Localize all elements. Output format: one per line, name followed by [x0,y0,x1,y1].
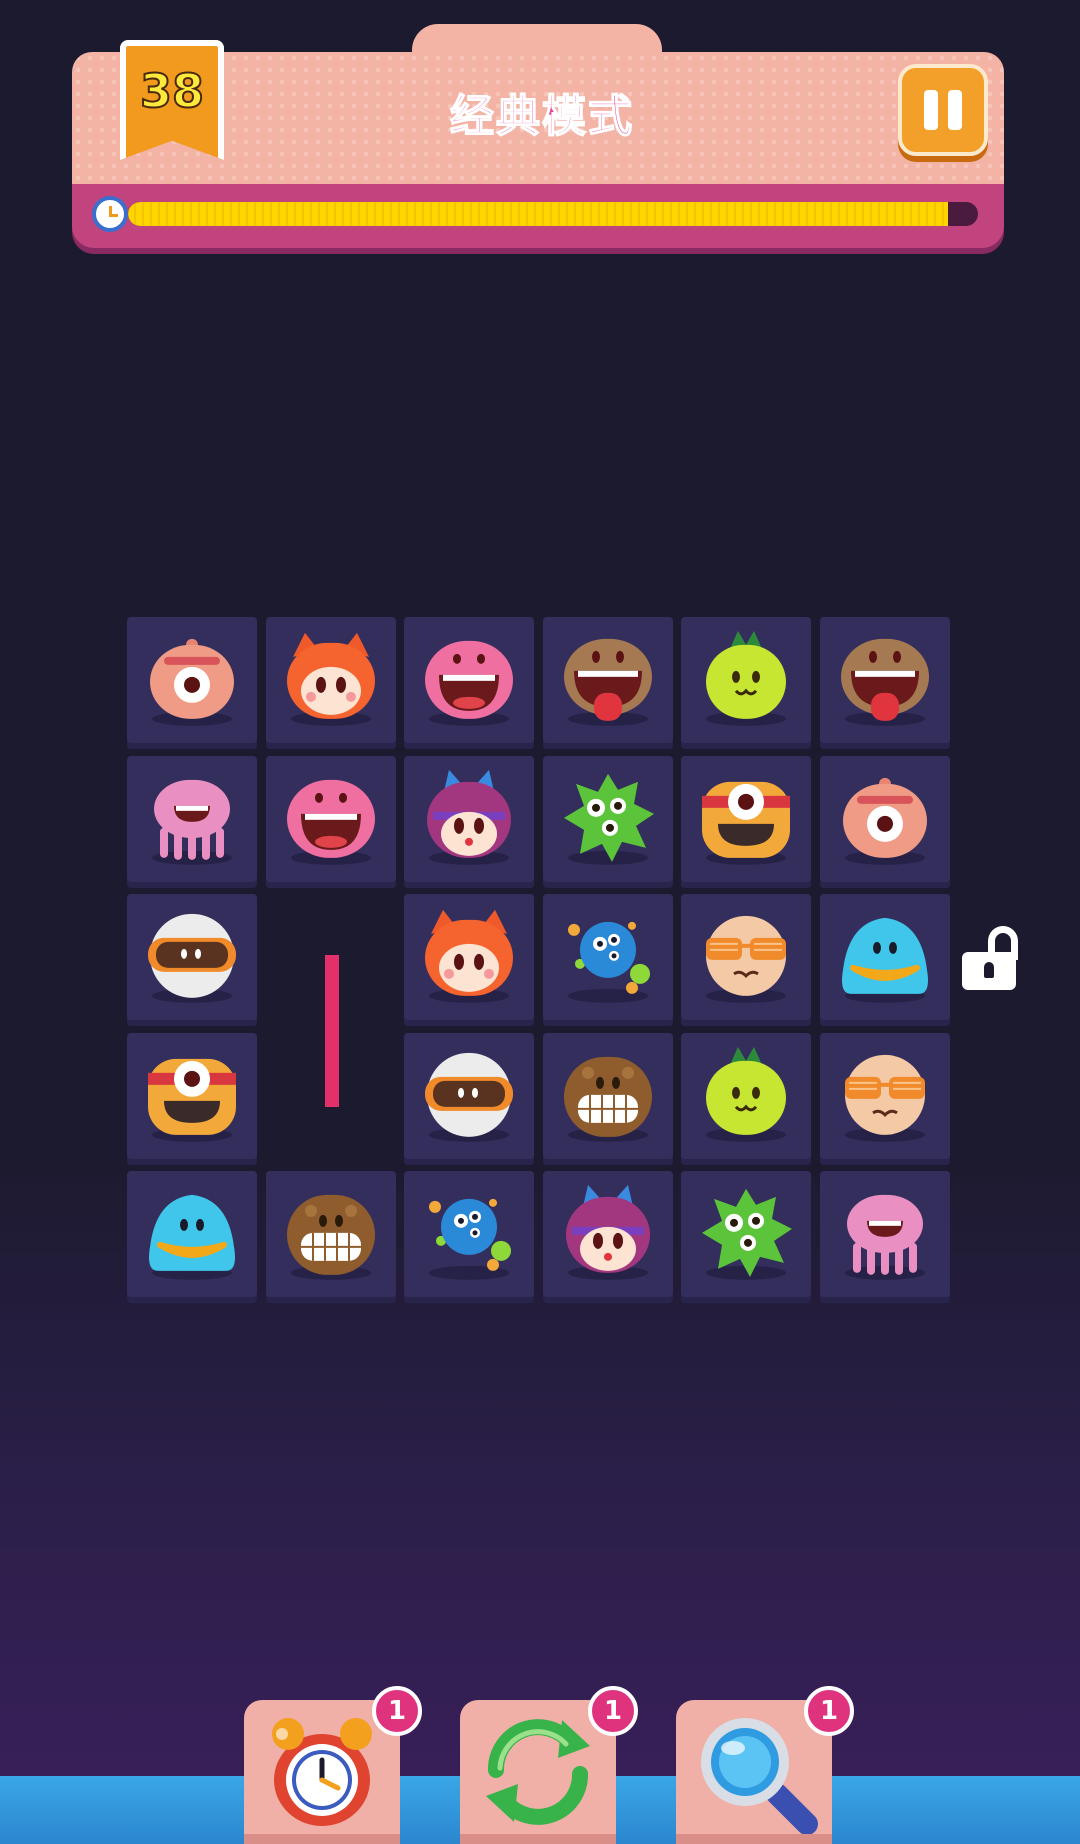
game-board [127,617,951,1309]
tile-peach-shades[interactable] [681,894,811,1026]
lime-sprout-monster-icon [694,1042,798,1150]
tile-green-splat[interactable] [542,755,673,888]
tile-cyan-smile[interactable] [819,894,950,1026]
alarm-clock-icon [262,1710,382,1838]
pause-icon-bar [948,90,962,130]
lime-sprout-monster-icon [694,627,798,735]
helmet-visor-monster-icon [140,904,244,1012]
tile-pink-jellyfish[interactable] [127,755,257,888]
tile-pink-screamer[interactable] [265,755,396,888]
green-splat-monster-icon [556,765,660,873]
helmet-visor-monster-icon [417,1042,521,1150]
tile-lime-sprout[interactable] [681,1032,811,1165]
pause-button[interactable] [898,64,988,156]
peach-shades-monster-icon [694,904,798,1012]
tile-helmet-visor[interactable] [127,894,257,1026]
tile-pink-jellyfish[interactable] [819,1171,950,1303]
orange-cyclops-monster-icon [140,1042,244,1150]
pause-icon [924,90,938,130]
purple-hood-monster-icon [417,765,521,873]
tile-orange-cyclops[interactable] [681,755,811,888]
brown-tongue-monster-icon [556,627,660,735]
unlocked-icon[interactable] [962,926,1018,992]
pink-jellyfish-monster-icon [833,1181,937,1289]
brown-grin-monster-icon [556,1042,660,1150]
brown-grin-monster-icon [279,1181,383,1289]
tile-orange-cyclops[interactable] [127,1032,257,1165]
blue-bubbles-monster-icon [556,904,660,1012]
tile-green-splat[interactable] [681,1171,811,1303]
tile-pink-screamer[interactable] [404,617,534,749]
connection-line [325,955,339,1107]
tile-lime-sprout[interactable] [681,617,811,749]
tile-helmet-visor[interactable] [404,1032,534,1165]
powerup-time-count: 1 [372,1686,422,1736]
tile-brown-tongue[interactable] [819,617,950,749]
top-bar: 38 经典模式 [72,24,1004,248]
purple-hood-monster-icon [556,1181,660,1289]
tile-purple-hood[interactable] [404,755,534,888]
mode-title: 经典模式 [449,90,634,143]
pink-cyclops-monster-icon [833,765,937,873]
green-splat-monster-icon [694,1181,798,1289]
pink-cyclops-monster-icon [140,627,244,735]
timer-progress-fill [128,202,949,226]
tile-cyan-smile[interactable] [127,1171,257,1303]
orange-fox-monster-icon [417,904,521,1012]
powerup-shuffle-button[interactable]: 1 [460,1686,638,1844]
powerup-time-button[interactable]: 1 [244,1686,422,1844]
magnifier-icon [689,1710,819,1838]
tile-blue-bubbles[interactable] [542,894,673,1026]
lock-body [962,952,1016,990]
clock-icon [92,196,128,232]
tile-brown-grin[interactable] [542,1032,673,1165]
tile-brown-grin[interactable] [265,1171,396,1303]
tile-orange-fox[interactable] [404,894,534,1026]
tile-peach-shades[interactable] [819,1032,950,1165]
tile-purple-hood[interactable] [542,1171,673,1303]
orange-fox-monster-icon [279,627,383,735]
tile-pink-cyclops[interactable] [819,755,950,888]
tile-orange-fox[interactable] [265,617,396,749]
powerup-shuffle-count: 1 [588,1686,638,1736]
orange-cyclops-monster-icon [694,765,798,873]
brown-tongue-monster-icon [833,627,937,735]
tile-pink-cyclops[interactable] [127,617,257,749]
level-number: 38 [139,63,205,119]
powerup-hint-count: 1 [804,1686,854,1736]
tile-blue-bubbles[interactable] [404,1171,534,1303]
timer-progress-track [128,202,978,226]
cyan-smile-monster-icon [833,904,937,1012]
pink-jellyfish-monster-icon [140,765,244,873]
tile-brown-tongue[interactable] [542,617,673,749]
powerup-hint-button[interactable]: 1 [676,1686,854,1844]
blue-bubbles-monster-icon [417,1181,521,1289]
peach-shades-monster-icon [833,1042,937,1150]
shuffle-icon [478,1710,598,1834]
pink-screamer-monster-icon [417,627,521,735]
cyan-smile-monster-icon [140,1181,244,1289]
pink-screamer-monster-icon [279,765,383,873]
